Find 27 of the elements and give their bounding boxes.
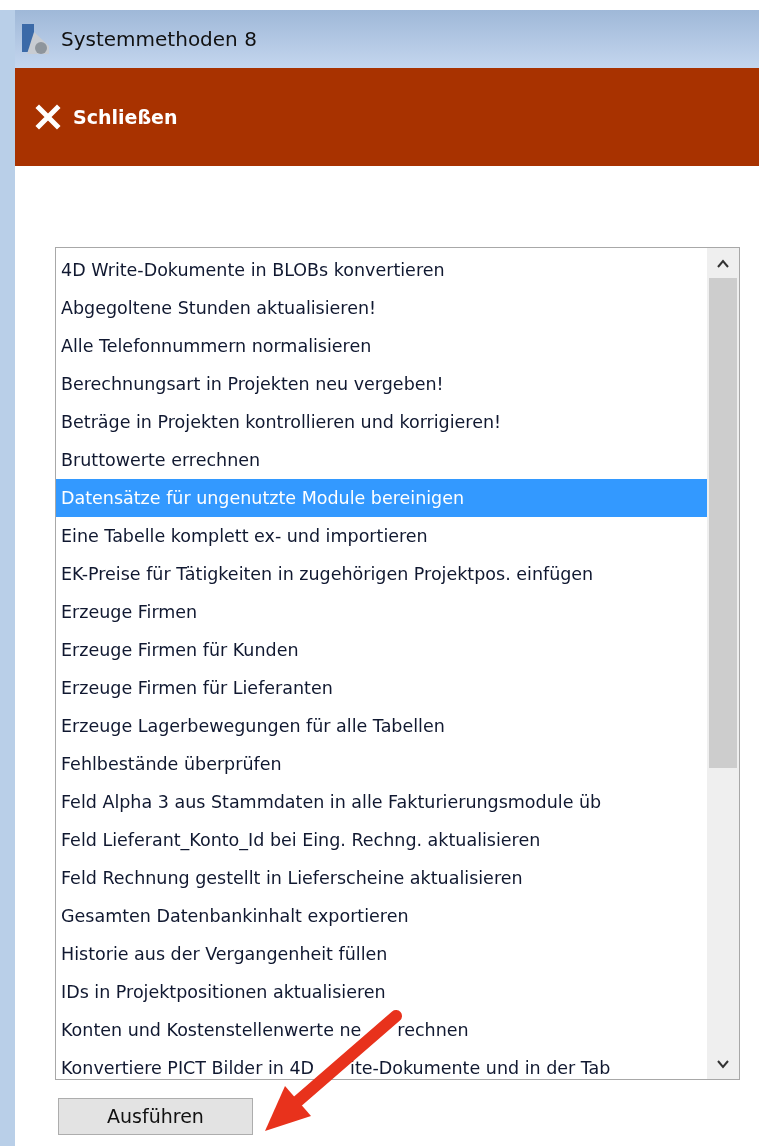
list-item[interactable]: Eine Tabelle komplett ex- und importieren bbox=[56, 517, 707, 555]
list-item[interactable]: Fehlbestände überprüfen bbox=[56, 745, 707, 783]
list-item[interactable]: Feld Alpha 3 aus Stammdaten in alle Fakturierungsmodule üb bbox=[56, 783, 707, 821]
list-item[interactable]: Konten und Kostenstellenwerte ne rechnen bbox=[56, 1011, 707, 1049]
list-item[interactable]: EK-Preise für Tätigkeiten in zugehörigen Projektpos. einfügen bbox=[56, 555, 707, 593]
list-item[interactable]: Feld Lieferant_Konto_Id bei Eing. Rechng. aktualisieren bbox=[56, 821, 707, 859]
list-item[interactable]: Beträge in Projekten kontrollieren und korrigieren! bbox=[56, 403, 707, 441]
list-item[interactable]: Erzeuge Firmen für Lieferanten bbox=[56, 669, 707, 707]
scrollbar[interactable] bbox=[707, 248, 739, 1079]
list-item[interactable]: Berechnungsart in Projekten neu vergeben! bbox=[56, 365, 707, 403]
scroll-thumb[interactable] bbox=[709, 278, 737, 768]
run-button[interactable]: Ausführen bbox=[58, 1098, 253, 1135]
close-icon bbox=[35, 104, 61, 130]
close-button[interactable]: Schließen bbox=[35, 102, 178, 132]
list-item[interactable]: Gesamten Datenbankinhalt exportieren bbox=[56, 897, 707, 935]
list-item[interactable]: Konvertiere PICT Bilder in 4D ite-Dokumente und in der Tab bbox=[56, 1049, 707, 1079]
list-item[interactable]: Bruttowerte errechnen bbox=[56, 441, 707, 479]
list-item[interactable]: IDs in Projektpositionen aktualisieren bbox=[56, 973, 707, 1011]
list-item[interactable]: Historie aus der Vergangenheit füllen bbox=[56, 935, 707, 973]
list-item[interactable]: Feld Rechnung gestellt in Lieferscheine aktualisieren bbox=[56, 859, 707, 897]
list-item[interactable]: 4D Write-Dokumente in BLOBs konvertieren bbox=[56, 251, 707, 289]
list-item[interactable]: Erzeuge Firmen bbox=[56, 593, 707, 631]
list-item[interactable]: Erzeuge Firmen für Kunden bbox=[56, 631, 707, 669]
list-item[interactable]: Abgegoltene Stunden aktualisieren! bbox=[56, 289, 707, 327]
window-title: Systemmethoden 8 bbox=[61, 26, 257, 53]
list-item[interactable]: Erzeuge Lagerbewegungen für alle Tabellen bbox=[56, 707, 707, 745]
list-item[interactable]: Alle Telefonnummern normalisieren bbox=[56, 327, 707, 365]
